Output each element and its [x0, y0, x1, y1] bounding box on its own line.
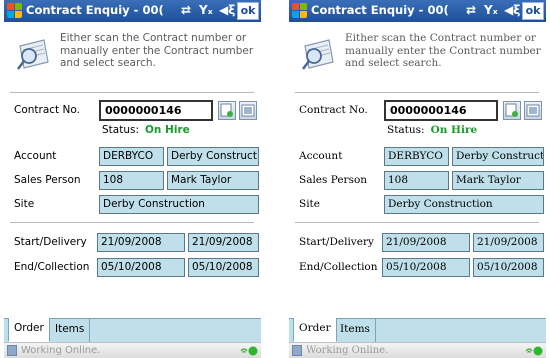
collection-date-field[interactable]: 05/10/2008	[473, 258, 544, 277]
document-icon	[292, 345, 302, 356]
search-contract-button[interactable]	[218, 101, 236, 120]
search-contract-button[interactable]	[503, 101, 521, 120]
instructions-text: Either scan the Contract number or manua…	[60, 32, 254, 69]
title-bar: Contract Enquiy - 00( ⇄ Yₓ ◀ξ ok	[4, 0, 261, 22]
ok-button[interactable]: ok	[522, 2, 544, 20]
search-doc-icon	[505, 103, 518, 117]
tab-order[interactable]: Order	[8, 318, 50, 342]
account-label: Account	[14, 150, 57, 162]
title-bar: Contract Enquiy - 00( ⇄ Yₓ ◀ξ ok	[289, 0, 546, 22]
divider	[295, 222, 539, 223]
connection-status-text: Working Online.	[306, 345, 389, 356]
contract-no-label: Contract No.	[14, 104, 80, 116]
sales-person-code-field[interactable]: 108	[99, 171, 164, 190]
start-delivery-label: Start/Delivery	[299, 236, 374, 248]
tab-strip: Order Items	[289, 318, 546, 342]
tab-items[interactable]: Items	[335, 319, 376, 342]
divider	[10, 222, 254, 223]
tab-order[interactable]: Order	[293, 318, 337, 342]
site-label: Site	[299, 198, 320, 210]
contract-no-label: Contract No.	[299, 104, 368, 116]
tab-items[interactable]: Items	[50, 319, 91, 342]
windows-start-icon[interactable]	[7, 3, 23, 19]
sales-person-name-field[interactable]: Mark Taylor	[452, 171, 544, 190]
site-field[interactable]: Derby Construction	[384, 195, 544, 214]
status-label: Status:	[102, 124, 139, 136]
volume-icon[interactable]: ◀ξ	[219, 3, 235, 17]
status-bar: Working Online.	[289, 342, 546, 358]
signal-icon[interactable]: Yₓ	[484, 3, 498, 17]
start-date-field[interactable]: 21/09/2008	[382, 233, 470, 252]
account-label: Account	[299, 150, 343, 162]
online-indicator-icon	[240, 346, 258, 356]
contract-number-input[interactable]: 0000000146	[384, 100, 498, 121]
delivery-date-field[interactable]: 21/09/2008	[473, 233, 544, 252]
contract-status: Status: On Hire	[102, 124, 190, 136]
sales-person-code-field[interactable]: 108	[384, 171, 449, 190]
collection-date-field[interactable]: 05/10/2008	[188, 258, 259, 277]
scan-document-icon	[302, 39, 334, 70]
end-date-field[interactable]: 05/10/2008	[382, 258, 470, 277]
barcode-scan-icon	[526, 104, 540, 117]
online-indicator-icon	[525, 346, 543, 356]
tab-strip: Order Items	[4, 318, 261, 342]
contract-number-input[interactable]: 0000000146	[99, 100, 213, 121]
end-collection-label: End/Collection	[299, 261, 378, 273]
account-code-field[interactable]: DERBYCO	[99, 147, 164, 166]
contract-status: Status: On Hire	[387, 124, 477, 136]
end-collection-label: End/Collection	[14, 261, 90, 273]
status-value: On Hire	[145, 124, 190, 136]
sales-person-name-field[interactable]: Mark Taylor	[167, 171, 259, 190]
ok-button[interactable]: ok	[237, 2, 259, 20]
account-name-field[interactable]: Derby Construct	[452, 147, 544, 166]
divider	[295, 92, 539, 93]
account-name-field[interactable]: Derby Construct	[167, 147, 259, 166]
instructions-panel: Either scan the Contract number or manua…	[299, 30, 541, 86]
signal-icon[interactable]: Yₓ	[199, 3, 213, 17]
windows-start-icon[interactable]	[292, 3, 308, 19]
scan-contract-button[interactable]	[524, 101, 542, 120]
start-delivery-label: Start/Delivery	[14, 236, 87, 248]
scan-contract-button[interactable]	[239, 101, 257, 120]
window-title: Contract Enquiy - 00(	[311, 3, 449, 17]
window-title: Contract Enquiy - 00(	[26, 3, 164, 17]
connectivity-icon[interactable]: ⇄	[181, 3, 191, 17]
device-screen-right: Contract Enquiy - 00( ⇄ Yₓ ◀ξ ok Either …	[289, 0, 546, 358]
connectivity-icon[interactable]: ⇄	[466, 3, 476, 17]
volume-icon[interactable]: ◀ξ	[504, 3, 520, 17]
search-doc-icon	[220, 103, 233, 117]
barcode-scan-icon	[241, 104, 255, 117]
sales-person-label: Sales Person	[14, 174, 81, 186]
delivery-date-field[interactable]: 21/09/2008	[188, 233, 259, 252]
account-code-field[interactable]: DERBYCO	[384, 147, 449, 166]
device-screen-left: Contract Enquiy - 00( ⇄ Yₓ ◀ξ ok Either …	[4, 0, 261, 358]
divider	[10, 92, 254, 93]
connection-status-text: Working Online.	[21, 345, 101, 356]
instructions-panel: Either scan the Contract number or manua…	[14, 30, 254, 86]
site-label: Site	[14, 198, 35, 210]
status-bar: Working Online.	[4, 342, 261, 358]
end-date-field[interactable]: 05/10/2008	[97, 258, 185, 277]
scan-document-icon	[17, 39, 49, 70]
site-field[interactable]: Derby Construction	[99, 195, 259, 214]
status-value: On Hire	[430, 124, 478, 136]
status-label: Status:	[387, 124, 425, 136]
sales-person-label: Sales Person	[299, 174, 368, 186]
instructions-text: Either scan the Contract number or manua…	[345, 32, 541, 69]
document-icon	[7, 345, 17, 356]
start-date-field[interactable]: 21/09/2008	[97, 233, 185, 252]
